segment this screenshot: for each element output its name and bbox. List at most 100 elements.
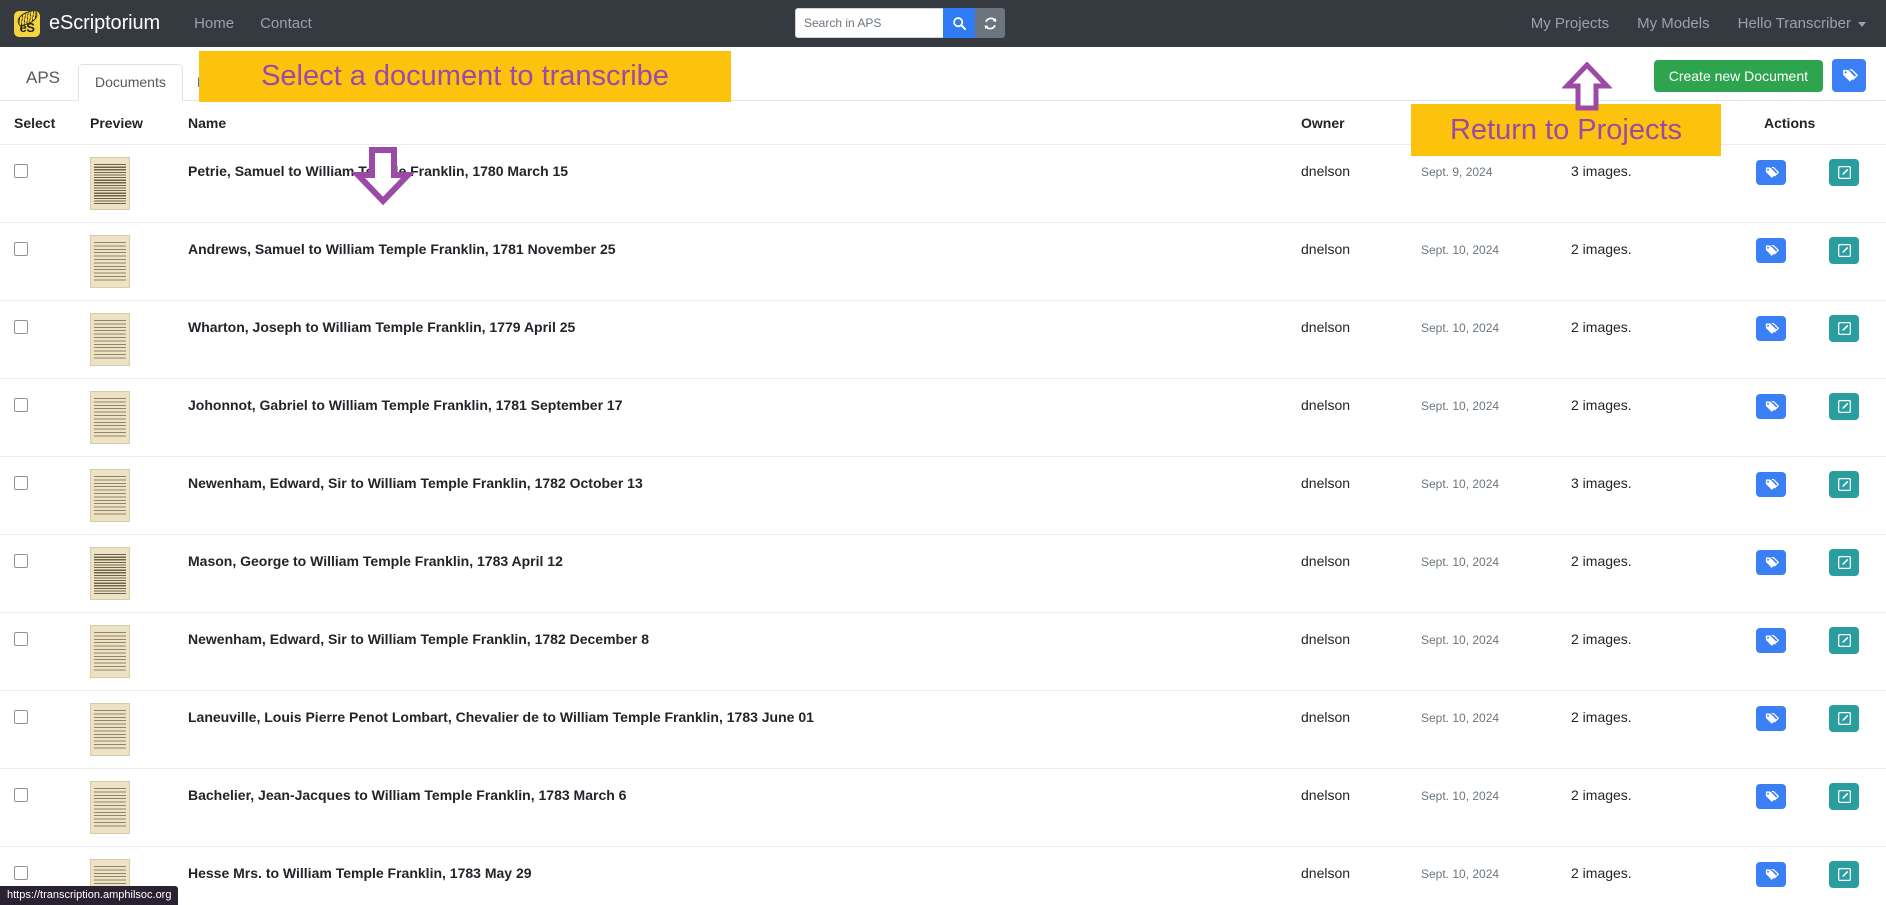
document-name-link[interactable]: Bachelier, Jean-Jacques to William Templ… — [188, 781, 1301, 804]
document-name-link[interactable]: Johonnot, Gabriel to William Temple Fran… — [188, 391, 1301, 414]
row-images-cell: 2 images. — [1571, 612, 1756, 691]
row-tag-button[interactable] — [1756, 316, 1786, 341]
search-input[interactable] — [795, 8, 943, 38]
row-tag-button[interactable] — [1756, 628, 1786, 653]
row-edit-button[interactable] — [1829, 705, 1859, 732]
document-thumbnail[interactable] — [90, 313, 130, 366]
search-button[interactable] — [943, 8, 975, 38]
row-tag-button[interactable] — [1756, 394, 1786, 419]
document-thumbnail[interactable] — [90, 157, 130, 210]
column-header-name[interactable]: Name — [188, 101, 1301, 145]
document-thumbnail[interactable] — [90, 391, 130, 444]
document-owner: dnelson — [1301, 241, 1351, 257]
row-checkbox[interactable] — [14, 554, 28, 568]
documents-table-container: Select Preview Name Owner Last Updated A… — [0, 101, 1886, 905]
row-edit-button[interactable] — [1829, 237, 1859, 264]
row-edit-button[interactable] — [1829, 471, 1859, 498]
document-name-link[interactable]: Andrews, Samuel to William Temple Frankl… — [188, 235, 1301, 258]
arrow-up-annotation-icon — [1562, 62, 1612, 111]
row-select-cell — [0, 768, 90, 847]
document-name-link[interactable]: Laneuville, Louis Pierre Penot Lombart, … — [188, 703, 1301, 726]
edit-icon — [1837, 790, 1851, 803]
document-thumbnail[interactable] — [90, 625, 130, 678]
row-actions-cell — [1756, 690, 1886, 769]
refresh-button[interactable] — [975, 8, 1005, 38]
row-tag-button[interactable] — [1756, 550, 1786, 575]
document-image-count: 2 images. — [1571, 631, 1632, 647]
document-name-link[interactable]: Hesse Mrs. to William Temple Franklin, 1… — [188, 859, 1301, 882]
row-checkbox[interactable] — [14, 476, 28, 490]
row-edit-button[interactable] — [1829, 627, 1859, 654]
row-edit-button[interactable] — [1829, 861, 1859, 888]
row-preview-cell — [90, 690, 188, 769]
manage-tags-button[interactable] — [1832, 59, 1866, 92]
row-edit-button[interactable] — [1829, 393, 1859, 420]
table-row[interactable]: Petrie, Samuel to William Temple Frankli… — [0, 144, 1886, 223]
row-checkbox[interactable] — [14, 866, 28, 880]
table-row[interactable]: Johonnot, Gabriel to William Temple Fran… — [0, 378, 1886, 457]
row-checkbox[interactable] — [14, 320, 28, 334]
edit-icon — [1837, 322, 1851, 335]
nav-link-home[interactable]: Home — [194, 15, 234, 32]
document-name-link[interactable]: Wharton, Joseph to William Temple Frankl… — [188, 313, 1301, 336]
row-preview-cell — [90, 300, 188, 379]
document-name-link[interactable]: Newenham, Edward, Sir to William Temple … — [188, 625, 1301, 648]
row-updated-cell: Sept. 10, 2024 — [1421, 768, 1571, 847]
table-row[interactable]: Newenham, Edward, Sir to William Temple … — [0, 612, 1886, 691]
document-image-count: 2 images. — [1571, 553, 1632, 569]
document-last-updated: Sept. 10, 2024 — [1421, 789, 1500, 803]
row-select-cell — [0, 144, 90, 223]
brand-logo-group[interactable]: eS eScriptorium — [14, 10, 161, 37]
row-tag-button[interactable] — [1756, 862, 1786, 887]
row-name-cell: Wharton, Joseph to William Temple Frankl… — [188, 300, 1301, 379]
document-thumbnail[interactable] — [90, 547, 130, 600]
row-preview-cell — [90, 534, 188, 613]
row-tag-button[interactable] — [1756, 784, 1786, 809]
row-edit-button[interactable] — [1829, 783, 1859, 810]
document-thumbnail[interactable] — [90, 469, 130, 522]
row-updated-cell: Sept. 9, 2024 — [1421, 144, 1571, 223]
row-owner-cell: dnelson — [1301, 768, 1421, 847]
table-row[interactable]: Laneuville, Louis Pierre Penot Lombart, … — [0, 690, 1886, 769]
row-checkbox[interactable] — [14, 788, 28, 802]
row-checkbox[interactable] — [14, 164, 28, 178]
document-thumbnail[interactable] — [90, 235, 130, 288]
table-row[interactable]: Mason, George to William Temple Franklin… — [0, 534, 1886, 613]
nav-link-my-models[interactable]: My Models — [1637, 15, 1710, 32]
column-header-owner[interactable]: Owner — [1301, 101, 1421, 145]
row-checkbox[interactable] — [14, 710, 28, 724]
table-body: Petrie, Samuel to William Temple Frankli… — [0, 144, 1886, 905]
row-updated-cell: Sept. 10, 2024 — [1421, 534, 1571, 613]
column-header-preview[interactable]: Preview — [90, 101, 188, 145]
nav-link-contact[interactable]: Contact — [260, 15, 312, 32]
row-tag-button[interactable] — [1756, 238, 1786, 263]
row-name-cell: Newenham, Edward, Sir to William Temple … — [188, 612, 1301, 691]
document-thumbnail[interactable] — [90, 703, 130, 756]
user-menu[interactable]: Hello Transcriber — [1738, 15, 1866, 32]
nav-link-my-projects[interactable]: My Projects — [1531, 15, 1609, 32]
row-owner-cell: dnelson — [1301, 378, 1421, 457]
row-tag-button[interactable] — [1756, 706, 1786, 731]
table-row[interactable]: Newenham, Edward, Sir to William Temple … — [0, 456, 1886, 535]
document-name-link[interactable]: Newenham, Edward, Sir to William Temple … — [188, 469, 1301, 492]
table-row[interactable]: Hesse Mrs. to William Temple Franklin, 1… — [0, 846, 1886, 905]
row-tag-button[interactable] — [1756, 472, 1786, 497]
document-thumbnail[interactable] — [90, 781, 130, 834]
row-edit-button[interactable] — [1829, 159, 1859, 186]
create-new-document-button[interactable]: Create new Document — [1653, 59, 1823, 92]
row-edit-button[interactable] — [1829, 315, 1859, 342]
annotation-select-document: Select a document to transcribe — [199, 51, 731, 102]
row-checkbox[interactable] — [14, 242, 28, 256]
row-edit-button[interactable] — [1829, 549, 1859, 576]
table-row[interactable]: Bachelier, Jean-Jacques to William Templ… — [0, 768, 1886, 847]
row-checkbox[interactable] — [14, 398, 28, 412]
table-row[interactable]: Andrews, Samuel to William Temple Frankl… — [0, 222, 1886, 301]
table-row[interactable]: Wharton, Joseph to William Temple Frankl… — [0, 300, 1886, 379]
refresh-icon — [984, 17, 996, 29]
tab-documents[interactable]: Documents — [78, 64, 183, 101]
column-header-select[interactable]: Select — [0, 101, 90, 145]
brand-name: eScriptorium — [49, 12, 161, 34]
row-checkbox[interactable] — [14, 632, 28, 646]
document-name-link[interactable]: Mason, George to William Temple Franklin… — [188, 547, 1301, 570]
row-tag-button[interactable] — [1756, 160, 1786, 185]
